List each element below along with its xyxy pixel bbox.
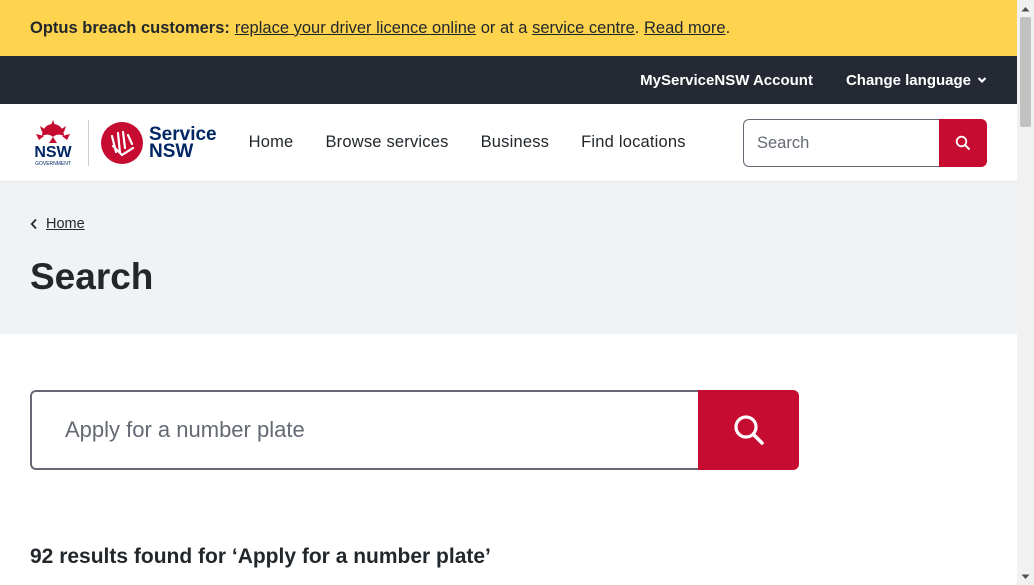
scroll-up-arrow-icon[interactable] <box>1017 0 1034 17</box>
breadcrumb-home-link[interactable]: Home <box>46 216 85 232</box>
alert-service-centre-link[interactable]: service centre <box>532 19 635 38</box>
nav-business[interactable]: Business <box>481 133 550 152</box>
account-link[interactable]: MyServiceNSW Account <box>640 72 813 89</box>
utility-bar: MyServiceNSW Account Change language <box>0 56 1017 104</box>
alert-banner: Optus breach customers: replace your dri… <box>0 0 1017 56</box>
main-search: Apply for a number plate <box>30 390 799 470</box>
header-search-input[interactable]: Search <box>743 119 939 167</box>
government-logo-text: GOVERNMENT <box>35 160 71 167</box>
nsw-government-logo[interactable]: NSW GOVERNMENT <box>30 118 76 168</box>
scroll-down-arrow-icon[interactable] <box>1017 568 1034 585</box>
header-search-button[interactable] <box>939 119 987 167</box>
logo-divider <box>88 119 89 166</box>
nav-find-locations[interactable]: Find locations <box>581 133 686 152</box>
search-icon <box>733 415 764 445</box>
search-icon <box>955 135 970 150</box>
nsw-logo-text: NSW <box>34 143 72 161</box>
alert-licence-link[interactable]: replace your driver licence online <box>235 19 476 38</box>
breadcrumb: Home <box>30 216 85 232</box>
chevron-left-icon <box>30 218 37 230</box>
service-nsw-logo[interactable]: Service NSW <box>101 121 217 164</box>
scrollbar-thumb[interactable] <box>1020 17 1031 127</box>
service-logo-line1: Service <box>149 123 217 145</box>
waratah-icon <box>36 119 70 143</box>
change-language-label: Change language <box>845 71 971 89</box>
alert-mid-text: or at a <box>480 18 528 37</box>
alert-end: . <box>725 18 731 37</box>
results-count: 92 results found for ‘Apply for a number… <box>30 545 491 568</box>
page-hero: Home Search <box>0 182 1017 334</box>
nav-home[interactable]: Home <box>249 133 294 152</box>
alert-bold-text: Optus breach customers: <box>30 18 230 37</box>
service-logo-line2: NSW <box>149 140 194 162</box>
main-nav: Home Browse services Business Find locat… <box>249 133 718 152</box>
nav-browse-services[interactable]: Browse services <box>325 133 448 152</box>
change-language-button[interactable]: Change language <box>846 72 987 89</box>
service-nsw-emblem-icon <box>101 121 143 164</box>
main-search-input[interactable]: Apply for a number plate <box>30 390 698 470</box>
scrollbar[interactable] <box>1017 0 1034 585</box>
page: Optus breach customers: replace your dri… <box>0 0 1017 585</box>
header-search: Search <box>743 119 987 167</box>
main-search-button[interactable] <box>698 390 799 470</box>
chevron-down-icon <box>977 77 987 84</box>
alert-read-more-link[interactable]: Read more <box>644 19 726 38</box>
page-title: Search <box>30 256 154 297</box>
